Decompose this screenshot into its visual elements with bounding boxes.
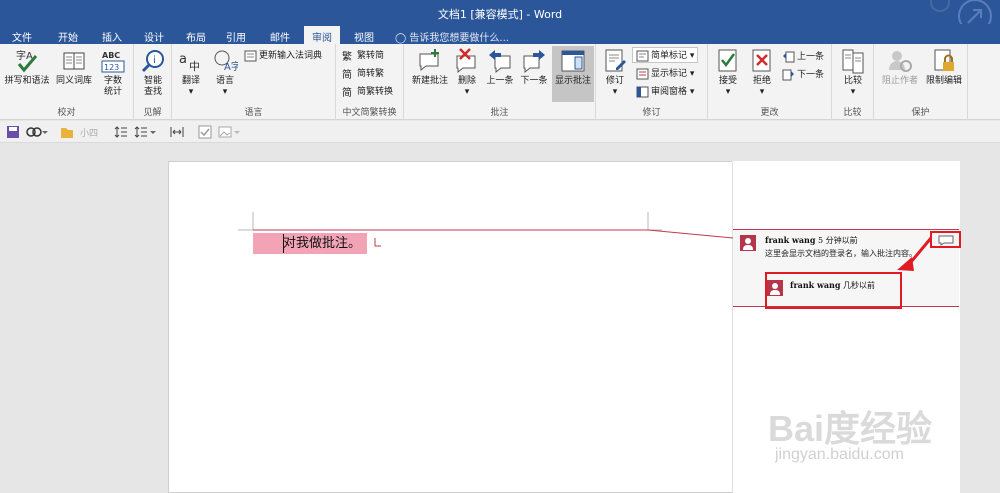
watermark-url: jingyan.baidu.com <box>775 446 904 463</box>
commented-text[interactable]: 对我做批注。 <box>253 233 368 254</box>
person-icon <box>743 238 753 250</box>
watermark-logo: Bai度经验 <box>768 408 933 449</box>
comment-time: 5 分钟以前 <box>818 236 858 245</box>
comment-header: frank wang 5 分钟以前 <box>765 235 858 246</box>
reply-highlight-box <box>930 231 961 248</box>
comment-author: frank wang <box>765 235 816 245</box>
comment-text[interactable]: 这里会显示文档的登录名，输入批注内容。 <box>765 248 917 259</box>
avatar <box>740 235 756 251</box>
text-cursor <box>283 234 284 253</box>
comment-anchor-icon <box>374 238 381 247</box>
reply-highlight-box <box>765 272 902 309</box>
